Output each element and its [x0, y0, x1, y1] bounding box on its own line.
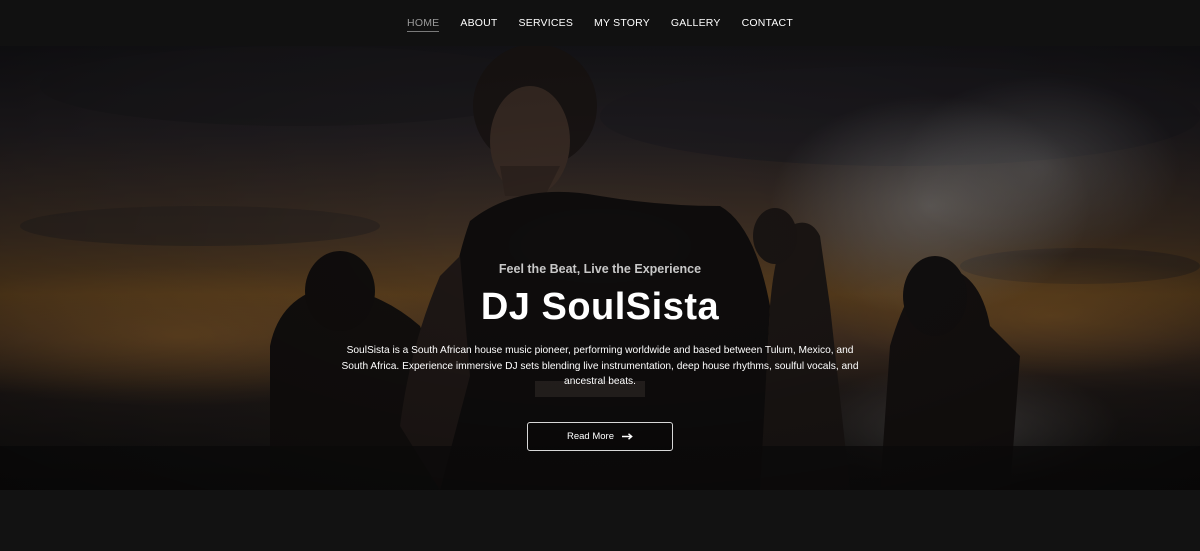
nav-item-home[interactable]: HOME — [397, 0, 450, 46]
main-nav: HOME ABOUT SERVICES MY STORY GALLERY CON… — [0, 0, 1200, 46]
hero-tagline: Feel the Beat, Live the Experience — [498, 262, 702, 276]
nav-item-contact[interactable]: CONTACT — [731, 0, 803, 46]
page: HOME ABOUT SERVICES MY STORY GALLERY CON… — [0, 0, 1200, 551]
nav-item-gallery[interactable]: GALLERY — [660, 0, 731, 46]
read-more-label: Read More — [567, 431, 614, 442]
nav-item-services[interactable]: SERVICES — [508, 0, 584, 46]
hero-title: DJ SoulSista — [480, 286, 720, 328]
arrow-right-icon — [622, 433, 633, 440]
nav-item-my-story[interactable]: MY STORY — [584, 0, 661, 46]
bottom-band — [0, 490, 1200, 551]
hero-description: SoulSista is a South African house music… — [341, 345, 859, 387]
hero-section: Feel the Beat, Live the Experience DJ So… — [0, 46, 1200, 490]
nav-item-about[interactable]: ABOUT — [450, 0, 508, 46]
read-more-button[interactable]: Read More — [527, 422, 673, 451]
hero-content: Feel the Beat, Live the Experience DJ So… — [0, 46, 1200, 490]
